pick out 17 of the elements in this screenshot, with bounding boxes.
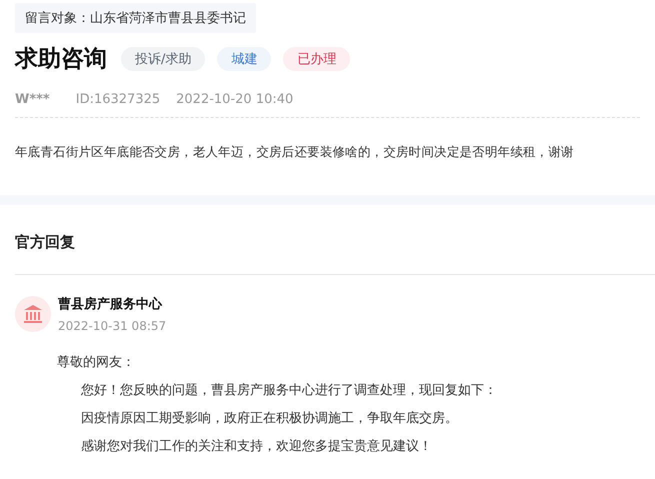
target-label: 留言对象： [25, 11, 90, 26]
greeting-text: 尊敬的网友： [57, 354, 136, 372]
category-tag: 已办理 [283, 46, 350, 70]
page-title: 求助咨询 [15, 45, 107, 74]
reply-paragraph: 因疫情原因工期受影响，政府正在积极协调施工，争取年底交房。 [81, 410, 459, 428]
reply-time: 2022-10-31 08:57 [58, 319, 166, 333]
user-name: W*** [15, 92, 50, 107]
section-heading: 官方回复 [15, 205, 655, 275]
post-time: 2022-10-20 10:40 [176, 92, 294, 107]
category-tag: 投诉/求助 [121, 46, 206, 70]
reply-paragraph: 您好！您反映的问题，曹县房产服务中心进行了调查处理，现回复如下： [81, 382, 498, 400]
reply-paragraph: 感谢您对我们工作的关注和支持，欢迎您多提宝贵意见建议！ [81, 438, 433, 456]
organization-name: 曹县房产服务中心 [58, 296, 164, 313]
post-id: ID:16327325 [76, 92, 160, 107]
government-building-icon [23, 304, 43, 324]
category-tag: 城建 [217, 46, 272, 70]
target-value: 山东省菏泽市曹县县委书记 [90, 11, 246, 26]
